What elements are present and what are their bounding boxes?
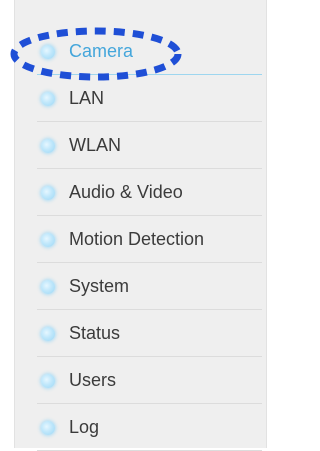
sidebar-item-label: Status	[69, 323, 121, 343]
sidebar-item-label: Motion Detection	[69, 229, 205, 249]
sidebar-item-wlan[interactable]: WLAN	[15, 122, 266, 169]
glowing-bullet-icon	[41, 138, 55, 153]
sidebar-item-motion-detection[interactable]: Motion Detection	[15, 216, 266, 263]
glowing-bullet-icon	[41, 373, 55, 388]
sidebar-item-users[interactable]: Users	[15, 357, 266, 404]
sidebar-item-label: System	[69, 276, 130, 296]
glowing-bullet-icon	[41, 44, 55, 59]
sidebar-item-system[interactable]: System	[15, 263, 266, 310]
glowing-bullet-icon	[41, 91, 55, 106]
sidebar-item-lan[interactable]: LAN	[15, 75, 266, 122]
glowing-bullet-icon	[41, 185, 55, 200]
sidebar-item-label: LAN	[69, 88, 105, 108]
glowing-bullet-icon	[41, 232, 55, 247]
sidebar-item-label: WLAN	[69, 135, 122, 155]
sidebar-item-status[interactable]: Status	[15, 310, 266, 357]
glowing-bullet-icon	[41, 420, 55, 435]
sidebar-item-label: Log	[69, 417, 100, 437]
sidebar-item-camera[interactable]: Camera	[15, 28, 266, 75]
sidebar-item-label: Users	[69, 370, 117, 390]
settings-sidebar: Camera LAN WLAN Audio & Video Motion Det…	[14, 0, 267, 451]
sidebar-item-log[interactable]: Log	[15, 404, 266, 451]
glowing-bullet-icon	[41, 326, 55, 341]
sidebar-item-label: Audio & Video	[69, 182, 183, 202]
settings-menu: Camera LAN WLAN Audio & Video Motion Det…	[15, 28, 266, 451]
sidebar-item-label: Camera	[69, 41, 134, 61]
glowing-bullet-icon	[41, 279, 55, 294]
sidebar-item-audio-video[interactable]: Audio & Video	[15, 169, 266, 216]
